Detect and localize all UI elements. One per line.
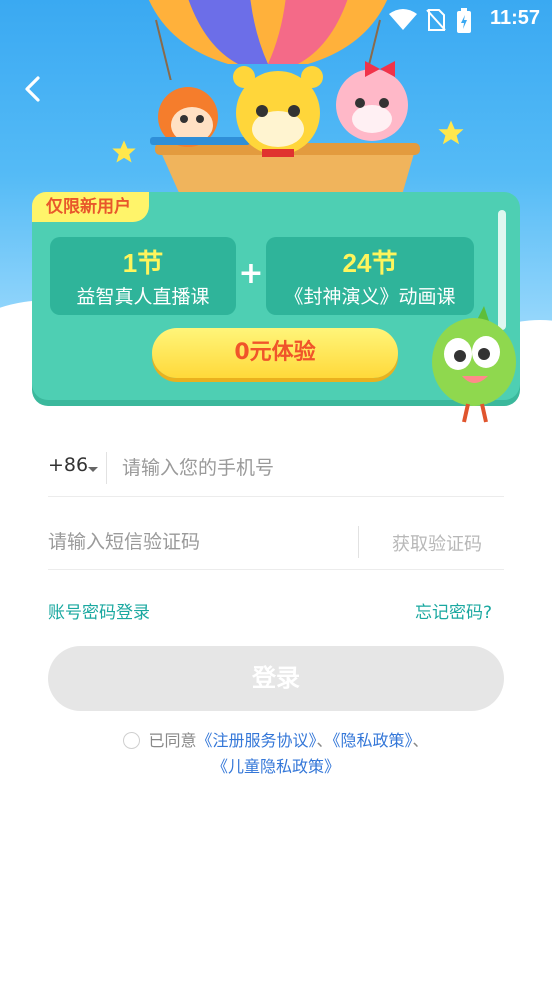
offer-live-class: 1节 益智真人直播课: [50, 237, 236, 315]
offer-desc: 《封神演义》动画课: [284, 286, 456, 308]
free-trial-button[interactable]: 0元体验: [152, 328, 398, 378]
offer-count: 24节: [342, 248, 398, 278]
agreement-prefix: 已同意: [148, 731, 197, 750]
plus-icon: +: [238, 256, 264, 291]
star-decoration-left: [112, 140, 136, 163]
no-sim-icon: [426, 9, 446, 31]
phone-row: +86: [48, 440, 504, 497]
back-arrow-icon[interactable]: [14, 70, 54, 110]
forgot-password-link[interactable]: 忘记密码?: [415, 598, 492, 623]
phone-input[interactable]: [122, 450, 492, 486]
agreement-text: 已同意《注册服务协议》、《隐私政策》、 《儿童隐私政策》: [0, 728, 552, 780]
new-user-tag: 仅限新用户: [32, 192, 149, 222]
separator: 、: [316, 731, 333, 750]
login-button[interactable]: 登录: [48, 646, 504, 711]
divider: [106, 452, 107, 484]
offer-animation-class: 24节 《封神演义》动画课: [266, 237, 474, 315]
get-code-button[interactable]: 获取验证码: [392, 530, 482, 556]
country-code-selector[interactable]: +86: [48, 454, 88, 476]
hero-banner: 11:57 仅限新用户 1节 益智真人直播课 + 24节 《封神演义》动画课 0…: [0, 0, 552, 440]
sms-code-input[interactable]: [48, 524, 348, 560]
child-privacy-policy-link[interactable]: 《儿童隐私政策》: [212, 757, 340, 776]
bird-mascot-illustration: [432, 306, 516, 423]
cartoon-characters-illustration: [150, 61, 420, 195]
radio-icon[interactable]: [123, 732, 141, 749]
divider: [358, 526, 359, 558]
star-decoration-right: [438, 120, 464, 145]
account-password-login-link[interactable]: 账号密码登录: [48, 598, 150, 623]
login-form: +86 获取验证码 账号密码登录 忘记密码? 登录: [48, 440, 504, 711]
battery-icon: [457, 8, 471, 33]
separator: 、: [412, 731, 429, 750]
caret-down-icon[interactable]: [88, 467, 98, 472]
offer-desc: 益智真人直播课: [76, 286, 210, 308]
sms-code-row: 获取验证码: [48, 514, 504, 570]
status-time: 11:57: [489, 7, 540, 29]
privacy-policy-link[interactable]: 《隐私政策》: [333, 731, 413, 750]
offer-count: 1节: [122, 248, 164, 278]
login-links: 账号密码登录 忘记密码?: [48, 570, 504, 646]
service-agreement-link[interactable]: 《注册服务协议》: [196, 731, 316, 750]
